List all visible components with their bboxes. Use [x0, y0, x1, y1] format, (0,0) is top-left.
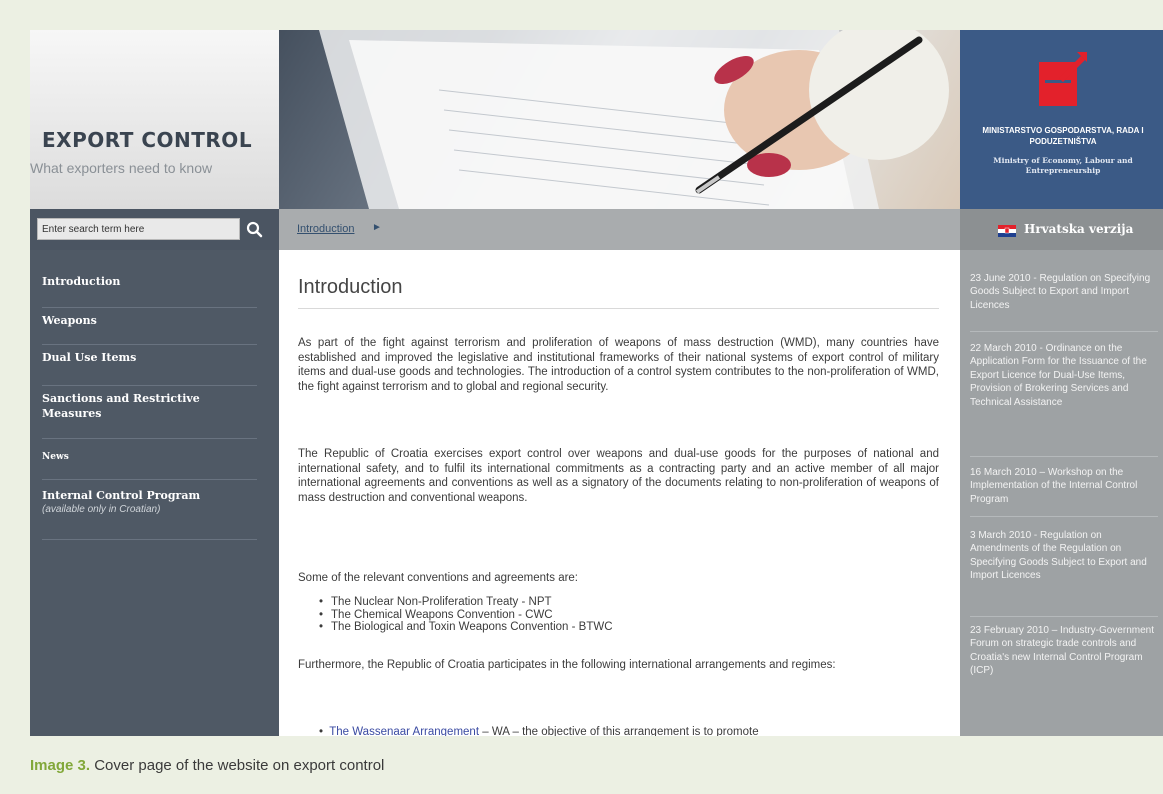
sidebar-item-label: Dual Use Items — [42, 351, 137, 364]
bullet: • — [319, 726, 327, 736]
news-sidebar: 23 June 2010 - Regulation on Specifying … — [960, 250, 1163, 736]
sidebar-item-news[interactable]: News — [42, 450, 257, 480]
news-item[interactable]: 22 March 2010 - Ordinance on the Applica… — [960, 342, 1163, 409]
breadcrumb-link-introduction[interactable]: Introduction — [297, 223, 354, 235]
language-switch-bar: Hrvatska verzija — [960, 209, 1163, 250]
news-divider — [970, 331, 1158, 332]
sidebar-item-sanctions[interactable]: Sanctions and Restrictive Measures — [42, 391, 257, 439]
sidebar-nav: Introduction Weapons Dual Use Items Sanc… — [30, 250, 279, 736]
news-divider — [970, 516, 1158, 517]
sidebar-item-label: Introduction — [42, 275, 121, 288]
page-title: Introduction — [298, 276, 403, 298]
chevron-right-icon: ► — [372, 222, 382, 233]
caption-text: Cover page of the website on export cont… — [90, 757, 385, 774]
croatian-version-link[interactable]: Hrvatska verzija — [1024, 222, 1133, 236]
croatian-flag-icon — [998, 225, 1016, 237]
sidebar-item-internal-control-program[interactable]: Internal Control Program (available only… — [42, 488, 257, 540]
sidebar-item-dual-use-items[interactable]: Dual Use Items — [42, 350, 257, 386]
conventions-list: The Nuclear Non-Proliferation Treaty - N… — [319, 596, 613, 634]
ministry-name-english: Ministry of Economy, Labour and Entrepre… — [993, 156, 1133, 175]
sidebar-item-label: Internal Control Program — [42, 489, 201, 502]
list-item: • The Wassenaar Arrangement – WA – the o… — [319, 726, 939, 736]
news-item[interactable]: 16 March 2010 – Workshop on the Implemen… — [960, 466, 1163, 506]
wassenaar-link[interactable]: The Wassenaar Arrangement — [329, 726, 479, 736]
site-header: EXPORT CONTROL What exporters need to kn… — [30, 30, 1163, 209]
search-input[interactable] — [37, 218, 240, 240]
ministry-emblem-icon — [1039, 52, 1087, 106]
wassenaar-description: – WA – the objective of this arrangement… — [482, 726, 759, 736]
news-item[interactable]: 3 March 2010 - Regulation on Amendments … — [960, 529, 1163, 583]
sidebar-item-label: News — [42, 452, 69, 462]
site-tagline: What exporters need to know — [30, 160, 213, 176]
breadcrumb: Introduction ► — [279, 209, 960, 250]
site-title: EXPORT CONTROL — [42, 128, 253, 152]
figure-caption: Image 3. Cover page of the website on ex… — [30, 757, 384, 774]
intro-paragraph: As part of the fight against terrorism a… — [298, 337, 939, 393]
news-divider — [970, 616, 1158, 617]
sidebar-item-introduction[interactable]: Introduction — [42, 274, 257, 308]
search-button[interactable] — [242, 218, 266, 240]
brand-block[interactable]: EXPORT CONTROL What exporters need to kn… — [30, 30, 279, 209]
main-content: Introduction As part of the fight agains… — [279, 250, 960, 736]
news-divider — [970, 456, 1158, 457]
sidebar-item-weapons[interactable]: Weapons — [42, 313, 257, 345]
ministry-logo-block[interactable]: MINISTARSTVO GOSPODARSTVA, RADA I PODUZE… — [960, 30, 1163, 209]
website-frame: EXPORT CONTROL What exporters need to kn… — [30, 30, 1163, 736]
sidebar-item-label: Sanctions and Restrictive Measures — [42, 392, 200, 420]
croatia-paragraph: The Republic of Croatia exercises export… — [298, 448, 939, 504]
conventions-intro: Some of the relevant conventions and agr… — [298, 572, 579, 584]
news-item[interactable]: 23 June 2010 - Regulation on Specifying … — [960, 272, 1163, 312]
hero-image — [279, 30, 960, 209]
hero-photo-illustration — [319, 30, 949, 209]
sidebar-item-label: Weapons — [42, 314, 97, 327]
caption-label: Image 3. — [30, 757, 91, 774]
arrangements-paragraph: Furthermore, the Republic of Croatia par… — [298, 659, 836, 671]
search-icon — [246, 221, 263, 238]
list-item: The Nuclear Non-Proliferation Treaty - N… — [319, 596, 613, 609]
list-item: The Chemical Weapons Convention - CWC — [319, 609, 613, 622]
search-bar — [30, 209, 279, 250]
sidebar-item-note: (available only in Croatian) — [42, 504, 161, 515]
news-item[interactable]: 23 February 2010 – Industry-Government F… — [960, 624, 1163, 678]
ministry-name-croatian: MINISTARSTVO GOSPODARSTVA, RADA I PODUZE… — [982, 126, 1144, 146]
list-item: The Biological and Toxin Weapons Convent… — [319, 621, 612, 634]
title-divider — [298, 308, 939, 309]
